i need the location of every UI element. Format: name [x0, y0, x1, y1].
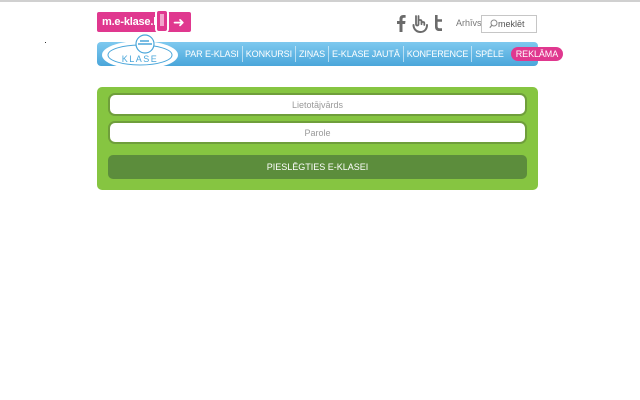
archive-link[interactable]: Arhīvs [456, 18, 482, 28]
draugiem-icon[interactable] [411, 14, 429, 34]
twitter-icon[interactable] [432, 14, 444, 34]
phone-icon [155, 9, 169, 33]
nav-separator [294, 46, 296, 62]
nav-separator [241, 46, 243, 62]
nav-item-par-e-klasi[interactable]: PAR E-KLASI [183, 42, 241, 66]
nav-item-konkursi[interactable]: KONKURSI [244, 42, 294, 66]
nav-item-zinas[interactable]: ZIŅAS [297, 42, 327, 66]
nav-separator [402, 46, 404, 62]
search-icon [489, 19, 498, 29]
nav-separator [328, 46, 329, 62]
username-input[interactable] [110, 95, 525, 115]
stray-dot [45, 42, 46, 43]
username-field-wrapper [108, 93, 527, 116]
password-field-wrapper [108, 121, 527, 144]
search-input[interactable] [498, 17, 536, 31]
facebook-icon[interactable] [396, 14, 406, 34]
main-nav: PAR E-KLASI KONKURSI ZIŅAS E-KLASE JAUTĀ… [183, 42, 564, 66]
nav-item-konference[interactable]: KONFERENCE [405, 42, 471, 66]
nav-item-e-klase-jauta[interactable]: E-KLASE JAUTĀ [330, 42, 402, 66]
logo-text: KLASE [122, 54, 159, 64]
password-input[interactable] [110, 123, 525, 143]
arrow-right-icon: ➜ [173, 14, 185, 30]
top-border [0, 0, 640, 2]
e-klase-logo[interactable]: KLASE [98, 33, 182, 71]
nav-separator [471, 46, 473, 62]
search-box[interactable] [481, 15, 537, 33]
login-button[interactable]: PIESLĒGTIES E-KLASEI [108, 155, 527, 179]
nav-item-spele[interactable]: SPĒLE [473, 42, 506, 66]
nav-item-reklama[interactable]: REKLĀMA [510, 47, 564, 61]
login-panel: PIESLĒGTIES E-KLASEI [97, 87, 538, 190]
mobile-site-label: m.e-klase.lv [102, 16, 162, 28]
mobile-site-banner[interactable]: m.e-klase.lv ➜ [97, 9, 191, 33]
